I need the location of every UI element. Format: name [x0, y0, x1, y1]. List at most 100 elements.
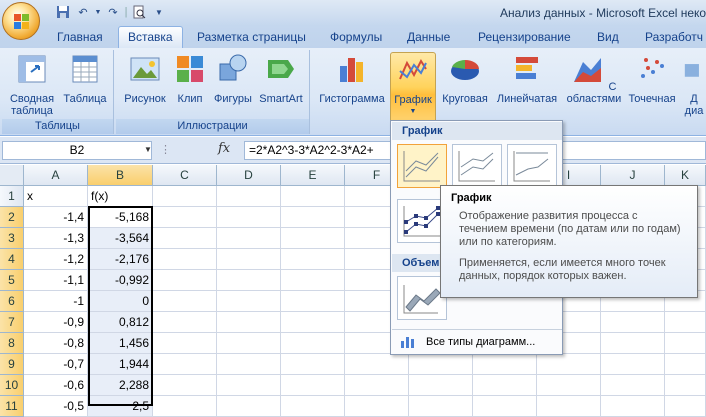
- other-charts-button[interactable]: Д диа: [682, 52, 706, 117]
- cell-b[interactable]: 1,456: [88, 333, 153, 354]
- tab-formulas[interactable]: Формулы: [330, 30, 382, 44]
- histogram-button[interactable]: Гистограмма: [316, 52, 388, 105]
- cell-d[interactable]: [217, 186, 281, 207]
- cell-k[interactable]: [665, 396, 706, 417]
- cell-c[interactable]: [153, 291, 217, 312]
- cell-a[interactable]: -1,4: [24, 207, 88, 228]
- cell-a[interactable]: -0,8: [24, 333, 88, 354]
- cell-g[interactable]: [409, 354, 473, 375]
- name-box-dropdown-icon[interactable]: ▼: [144, 145, 152, 154]
- table-button[interactable]: Таблица: [62, 52, 108, 105]
- cell-a[interactable]: -0,6: [24, 375, 88, 396]
- undo-icon[interactable]: ↶: [74, 4, 92, 20]
- cell-a[interactable]: -0,9: [24, 312, 88, 333]
- column-header-k[interactable]: K: [665, 165, 706, 186]
- cell-b[interactable]: 0,812: [88, 312, 153, 333]
- all-chart-types-button[interactable]: Все типы диаграмм...: [392, 329, 562, 353]
- tab-insert[interactable]: Вставка: [118, 26, 183, 49]
- chart-type-100-stacked-line[interactable]: [507, 144, 557, 188]
- cell-e[interactable]: [281, 207, 345, 228]
- cell-k[interactable]: [665, 312, 706, 333]
- cell-a[interactable]: -1,3: [24, 228, 88, 249]
- area-chart-button[interactable]: С областями: [566, 52, 622, 105]
- row-header[interactable]: 8: [0, 333, 24, 354]
- cell-e[interactable]: [281, 312, 345, 333]
- line-chart-button[interactable]: График ▼: [390, 52, 436, 130]
- cell-c[interactable]: [153, 312, 217, 333]
- cell-e[interactable]: [281, 249, 345, 270]
- office-button[interactable]: [2, 2, 40, 40]
- cell-e[interactable]: [281, 291, 345, 312]
- insert-function-button[interactable]: fx: [218, 141, 230, 156]
- cell-j[interactable]: [601, 312, 665, 333]
- cell-h[interactable]: [473, 396, 537, 417]
- cell-c[interactable]: [153, 228, 217, 249]
- cell-d[interactable]: [217, 333, 281, 354]
- cell-b[interactable]: f(x): [88, 186, 153, 207]
- cell-j[interactable]: [601, 396, 665, 417]
- cell-a[interactable]: -1,1: [24, 270, 88, 291]
- cell-b[interactable]: -2,176: [88, 249, 153, 270]
- chart-type-stacked-line[interactable]: [452, 144, 502, 188]
- column-header-b[interactable]: B: [88, 165, 153, 186]
- cell-d[interactable]: [217, 312, 281, 333]
- cell-b[interactable]: 2,288: [88, 375, 153, 396]
- column-header-c[interactable]: C: [153, 165, 217, 186]
- clip-button[interactable]: Клип: [172, 52, 208, 105]
- row-header[interactable]: 10: [0, 375, 24, 396]
- cell-d[interactable]: [217, 270, 281, 291]
- cell-a[interactable]: -0,7: [24, 354, 88, 375]
- pivot-table-button[interactable]: Сводная таблица: [6, 52, 58, 117]
- cell-g[interactable]: [409, 396, 473, 417]
- cell-i[interactable]: [537, 375, 601, 396]
- cell-e[interactable]: [281, 396, 345, 417]
- column-header-e[interactable]: E: [281, 165, 345, 186]
- cell-d[interactable]: [217, 228, 281, 249]
- cell-g[interactable]: [409, 375, 473, 396]
- cell-f[interactable]: [345, 375, 409, 396]
- cell-k[interactable]: [665, 354, 706, 375]
- cell-e[interactable]: [281, 354, 345, 375]
- cell-e[interactable]: [281, 228, 345, 249]
- cell-a[interactable]: -1,2: [24, 249, 88, 270]
- tab-home[interactable]: Главная: [57, 30, 103, 44]
- row-header[interactable]: 5: [0, 270, 24, 291]
- cell-h[interactable]: [473, 375, 537, 396]
- row-header[interactable]: 2: [0, 207, 24, 228]
- scatter-chart-button[interactable]: Точечная: [624, 52, 680, 105]
- row-header[interactable]: 4: [0, 249, 24, 270]
- cell-f[interactable]: [345, 396, 409, 417]
- cell-b[interactable]: 1,944: [88, 354, 153, 375]
- pie-chart-button[interactable]: Круговая: [438, 52, 492, 105]
- cell-b[interactable]: -0,992: [88, 270, 153, 291]
- cell-k[interactable]: [665, 333, 706, 354]
- row-header[interactable]: 3: [0, 228, 24, 249]
- cell-c[interactable]: [153, 249, 217, 270]
- cell-e[interactable]: [281, 333, 345, 354]
- cell-j[interactable]: [601, 333, 665, 354]
- row-header[interactable]: 1: [0, 186, 24, 207]
- cell-h[interactable]: [473, 354, 537, 375]
- tab-page-layout[interactable]: Разметка страницы: [197, 30, 306, 44]
- cell-a[interactable]: -0,5: [24, 396, 88, 417]
- cell-c[interactable]: [153, 375, 217, 396]
- cell-c[interactable]: [153, 186, 217, 207]
- save-icon[interactable]: [54, 4, 72, 20]
- cell-d[interactable]: [217, 249, 281, 270]
- cell-a[interactable]: x: [24, 186, 88, 207]
- cell-i[interactable]: [537, 354, 601, 375]
- cell-e[interactable]: [281, 270, 345, 291]
- cell-c[interactable]: [153, 270, 217, 291]
- tab-data[interactable]: Данные: [407, 30, 450, 44]
- cell-b[interactable]: 0: [88, 291, 153, 312]
- cell-e[interactable]: [281, 375, 345, 396]
- print-preview-icon[interactable]: [130, 4, 148, 20]
- cell-i[interactable]: [537, 396, 601, 417]
- cell-d[interactable]: [217, 291, 281, 312]
- column-header-d[interactable]: D: [217, 165, 281, 186]
- cell-f[interactable]: [345, 354, 409, 375]
- cell-d[interactable]: [217, 396, 281, 417]
- redo-icon[interactable]: ↷: [104, 4, 122, 20]
- cell-c[interactable]: [153, 354, 217, 375]
- cell-b[interactable]: -5,168: [88, 207, 153, 228]
